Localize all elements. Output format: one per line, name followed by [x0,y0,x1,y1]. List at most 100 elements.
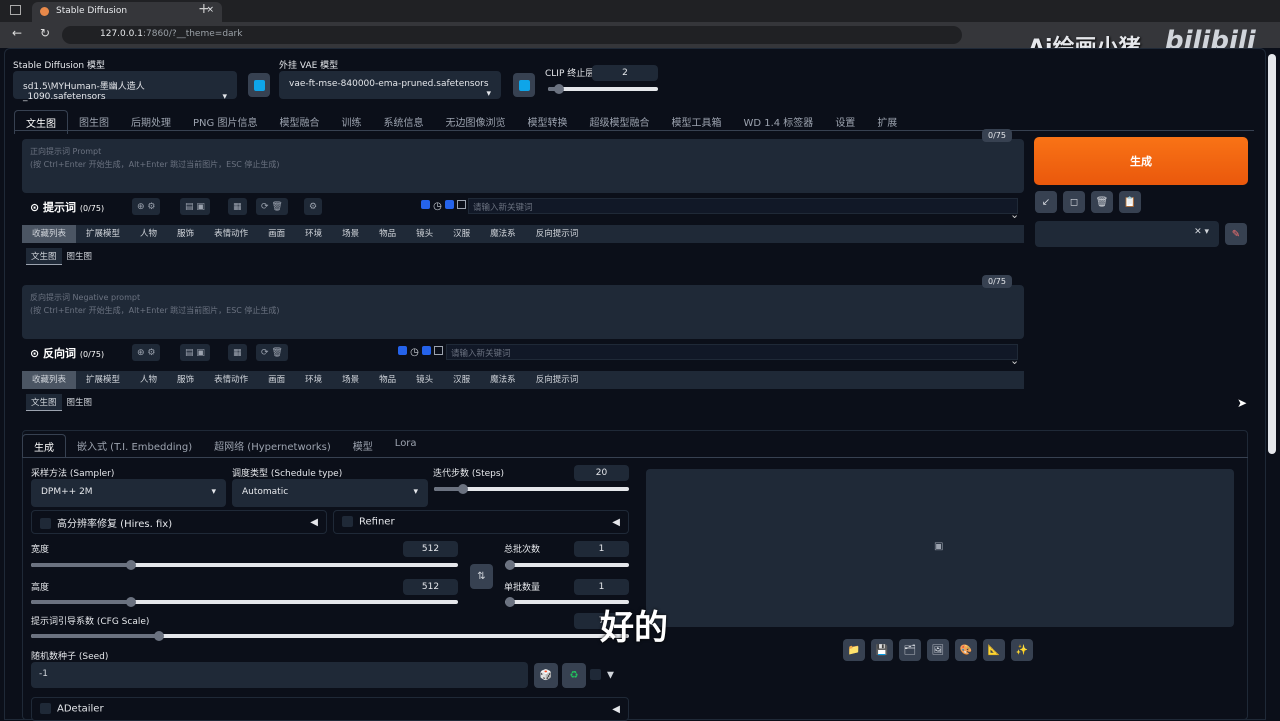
open-folder-icon[interactable]: 📁 [843,639,865,661]
category-tab[interactable]: 物品 [369,371,406,389]
width-input[interactable]: 512 [403,541,458,557]
prompt-keyword-input[interactable]: 请输入新关键词 [468,198,1018,214]
negative-prompt-textarea[interactable]: 反向提示词 Negative prompt (按 Ctrl+Enter 开始生成，… [22,285,1024,339]
back-icon[interactable]: ← [12,26,22,40]
neg-toolbar[interactable]: ⟳ 🗑 [256,344,288,361]
category-tab[interactable]: 镜头 [406,225,443,243]
category-tab[interactable]: 镜头 [406,371,443,389]
refiner-checkbox[interactable] [342,516,353,528]
category-tab[interactable]: 场景 [332,371,369,389]
category-tab[interactable]: 表情动作 [204,225,258,243]
category-tab[interactable]: 反向提示词 [526,371,589,389]
prompt-checkboxes[interactable]: ◷ [421,200,467,212]
tab-actions-icon[interactable] [10,5,21,15]
vae-dropdown[interactable]: vae-ft-mse-840000-ema-pruned.safetensors… [279,71,501,99]
neg-toolbar[interactable]: ⊕ ⚙ [132,344,161,361]
batch-count-slider[interactable] [505,560,629,570]
category-tab[interactable]: 魔法系 [480,371,526,389]
category-tab[interactable]: 汉服 [443,371,480,389]
steps-input[interactable]: 20 [574,465,629,481]
sparkle-icon[interactable]: ✨ [1011,639,1033,661]
send-to-extras-icon[interactable]: 📐 [983,639,1005,661]
clipboard-icon[interactable]: 📋 [1119,191,1141,213]
refresh-sd-button[interactable] [248,73,270,97]
clip-input[interactable]: 2 [592,65,658,81]
prompt-toolbar[interactable]: ⟳ 🗑 [256,198,288,215]
category-tab[interactable]: 环境 [295,225,332,243]
neg-keyword-input[interactable]: 请输入新关键词 [446,344,1018,360]
adetailer-accordion[interactable]: ADetailer ◀ [31,697,629,721]
edit-styles-button[interactable]: ✎ [1225,223,1247,245]
new-tab-button[interactable]: + [198,1,210,17]
category-tab[interactable]: 收藏列表 [22,371,77,389]
category-tab[interactable]: 人物 [130,225,167,243]
batch-size-input[interactable]: 1 [574,579,629,595]
read-params-button[interactable]: ↙ [1035,191,1057,213]
clear-icon[interactable]: ✕ ▾ [1194,227,1209,237]
category-tab[interactable]: 反向提示词 [526,225,589,243]
zip-icon[interactable]: 🗂 [899,639,921,661]
neg-checkboxes[interactable]: ◷ [398,346,444,358]
width-slider[interactable] [31,560,458,570]
category-tab[interactable]: 服饰 [167,371,204,389]
refiner-accordion[interactable]: Refiner ◀ [333,510,629,534]
clip-slider[interactable] [548,84,658,94]
category-tab[interactable]: 扩展模型 [76,371,130,389]
category-tab[interactable]: 物品 [369,225,406,243]
category-tab[interactable]: 环境 [295,371,332,389]
sampler-dropdown[interactable]: DPM++ 2M ▾ [31,479,226,507]
schedule-dropdown[interactable]: Automatic ▾ [232,479,428,507]
neg-toolbar[interactable]: ▦ [228,344,247,361]
browser-tab[interactable]: Stable Diffusion × [32,2,222,22]
save-icon[interactable]: 💾 [871,639,893,661]
random-seed-button[interactable]: 🎲 [534,663,558,688]
category-tab[interactable]: 汉服 [443,225,480,243]
expand-icon[interactable]: ⌄ [1010,208,1019,221]
send-to-img2img-icon[interactable]: 🖼 [927,639,949,661]
expand-icon[interactable]: ⌄ [1010,354,1019,367]
seed-input[interactable]: -1 [31,662,528,688]
category-tab[interactable]: 服饰 [167,225,204,243]
hires-checkbox[interactable] [40,518,51,529]
neg-section-title[interactable]: ⊙ 反向词 (0/75) [30,345,104,361]
steps-slider[interactable] [434,484,629,494]
generation-tab[interactable]: 模型 [342,434,384,458]
trash-icon[interactable]: 🗑 [1091,191,1113,213]
category-tab[interactable]: 画面 [258,225,295,243]
send-to-inpaint-icon[interactable]: 🎨 [955,639,977,661]
height-slider[interactable] [31,597,458,607]
prompt-toolbar[interactable]: ▤ ▣ [180,198,210,215]
extra-seed-toggle[interactable]: ▼ [590,669,614,681]
adetailer-checkbox[interactable] [40,703,51,715]
url-field[interactable]: 127.0.0.1:7860/?__theme=dark [62,26,962,44]
subtab[interactable]: 文生图 [26,248,62,265]
category-tab[interactable]: 扩展模型 [76,225,130,243]
reuse-seed-button[interactable]: ♻ [562,663,586,688]
category-tab[interactable]: 收藏列表 [22,225,77,243]
sd-model-dropdown[interactable]: sd1.5\MYHuman-墨幽人造人_1090.safetensors ▾ [13,71,237,102]
swap-dimensions-button[interactable]: ⇅ [470,564,493,589]
category-tab[interactable]: 画面 [258,371,295,389]
prompt-textarea[interactable]: 正向提示词 Prompt (按 Ctrl+Enter 开始生成，Alt+Enter… [22,139,1024,193]
category-tab[interactable]: 人物 [130,371,167,389]
refresh-vae-button[interactable] [513,73,535,97]
subtab[interactable]: 图生图 [62,248,98,265]
hires-fix-accordion[interactable]: 高分辨率修复 (Hires. fix) ◀ [31,510,327,534]
reload-icon[interactable]: ↻ [40,26,50,40]
category-tab[interactable]: 魔法系 [480,225,526,243]
height-input[interactable]: 512 [403,579,458,595]
prompt-toolbar[interactable]: ▦ [228,198,247,215]
generation-tab[interactable]: 超网络 (Hypernetworks) [203,434,342,458]
category-tab[interactable]: 表情动作 [204,371,258,389]
batch-count-input[interactable]: 1 [574,541,629,557]
cfg-slider[interactable] [31,631,629,641]
neg-toolbar[interactable]: ▤ ▣ [180,344,210,361]
prompt-toolbar[interactable]: ⊕ ⚙ [132,198,161,215]
copy-button[interactable]: ◻ [1063,191,1085,213]
styles-dropdown[interactable]: ✕ ▾ [1035,221,1219,247]
generation-tab[interactable]: 嵌入式 (T.I. Embedding) [66,434,203,458]
category-tab[interactable]: 场景 [332,225,369,243]
prompt-toolbar[interactable]: ⚙ [304,198,323,215]
generate-button[interactable]: 生成 [1034,137,1248,185]
subtab[interactable]: 图生图 [62,394,98,411]
